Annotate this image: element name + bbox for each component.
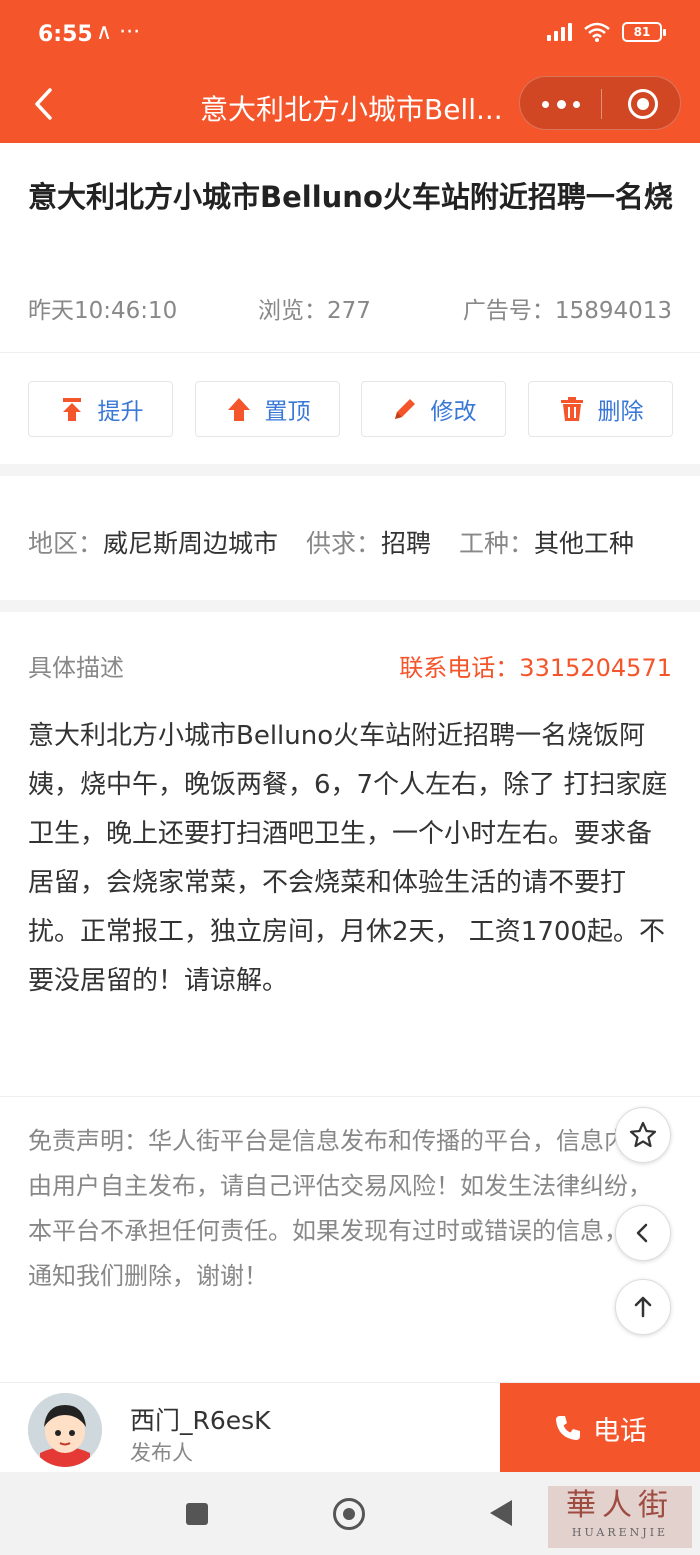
chevron-left-icon [636,1223,648,1243]
publisher-name: 西门_R6esK [130,1406,271,1435]
edit-icon [394,399,415,419]
post-time: 昨天10:46:10 [28,298,178,324]
post-title: 意大利北方小城市Belluno火车站附近招聘一名烧 [28,180,673,214]
edit-button[interactable]: 修改 [361,381,506,437]
watermark-en: HUARENJIE [571,1526,669,1539]
boost-button[interactable]: 提升 [28,381,173,437]
status-time: 6:55 [38,22,93,47]
contact-phone[interactable]: 联系电话：3315204571 [399,648,672,683]
watermark-logo: 華人街 HUARENJIE [548,1486,692,1548]
mini-program-capsule [519,76,681,130]
avatar[interactable] [28,1393,102,1467]
bottom-bar: 西门_R6esK 发布人 电话 [0,1382,700,1473]
more-dots-icon[interactable] [542,89,580,119]
scroll-top-button[interactable] [615,1279,671,1335]
description-label: 具体描述 [28,654,124,682]
description-section: 具体描述 联系电话：3315204571 意大利北方小城市Belluno火车站附… [0,612,700,1096]
job-label: 工种： [458,529,534,558]
close-target-icon[interactable] [628,89,658,119]
region-value: 威尼斯周边城市 [103,529,279,558]
recent-apps-icon[interactable] [186,1503,208,1525]
job-value: 其他工种 [533,529,634,558]
delete-button[interactable]: 删除 [528,381,673,437]
status-notifications: ∧ ··· [96,20,141,45]
call-button[interactable]: 电话 [500,1383,700,1473]
boost-label: 提升 [97,399,144,425]
boost-icon [62,398,81,421]
system-back-icon[interactable] [490,1500,512,1526]
nav-title: 意大利北方小城市Bell... [200,93,503,126]
post-info: 地区：威尼斯周边城市 供求：招聘 工种：其他工种 [0,476,700,600]
post-actions: 提升 置顶 修改 删除 [0,352,700,464]
description-body: 意大利北方小城市Belluno火车站附近招聘一名烧饭阿姨，烧中午，晚饭两餐，6，… [28,721,668,996]
back-float-button[interactable] [615,1205,671,1261]
post-ad-number: 广告号：15894013 [462,298,672,324]
home-icon[interactable] [333,1498,365,1530]
back-arrow-icon[interactable] [26,84,66,124]
nav-bar: 意大利北方小城市Bell... [0,70,700,143]
cartoon-avatar-icon [28,1393,102,1467]
star-icon [629,1121,657,1148]
info-row: 地区：威尼斯周边城市 供求：招聘 工种：其他工种 [28,524,654,560]
arrow-up-icon [634,1296,652,1318]
delete-label: 删除 [597,399,644,425]
region-label: 地区： [28,529,104,558]
post-header: 意大利北方小城市Belluno火车站附近招聘一名烧 昨天10:46:10 浏览：… [0,143,700,352]
pin-top-label: 置顶 [264,399,311,425]
signal-icon [547,23,572,41]
publisher-role: 发布人 [130,1441,193,1465]
type-label: 供求： [305,529,381,558]
favorite-button[interactable] [615,1107,671,1163]
status-bar: 6:55 ∧ ··· 81 [0,0,700,70]
pin-top-button[interactable]: 置顶 [195,381,340,437]
trash-icon [560,397,583,421]
type-value: 招聘 [381,529,432,558]
wifi-icon [584,22,610,42]
battery-icon: 81 [622,22,666,42]
post-views: 浏览：277 [258,298,371,324]
disclaimer-text: 免责声明：华人街平台是信息发布和传播的平台，信息内容由用户自主发布，请自己评估交… [28,1127,652,1290]
status-indicators: 81 [547,22,666,42]
watermark-cn: 華人街 [566,1488,674,1523]
call-label: 电话 [593,1415,647,1447]
phone-icon [556,1416,580,1440]
disclaimer-section: 免责声明：华人街平台是信息发布和传播的平台，信息内容由用户自主发布，请自己评估交… [0,1096,700,1382]
pin-top-icon [227,398,250,421]
edit-label: 修改 [430,399,477,425]
capsule-divider [601,89,602,119]
